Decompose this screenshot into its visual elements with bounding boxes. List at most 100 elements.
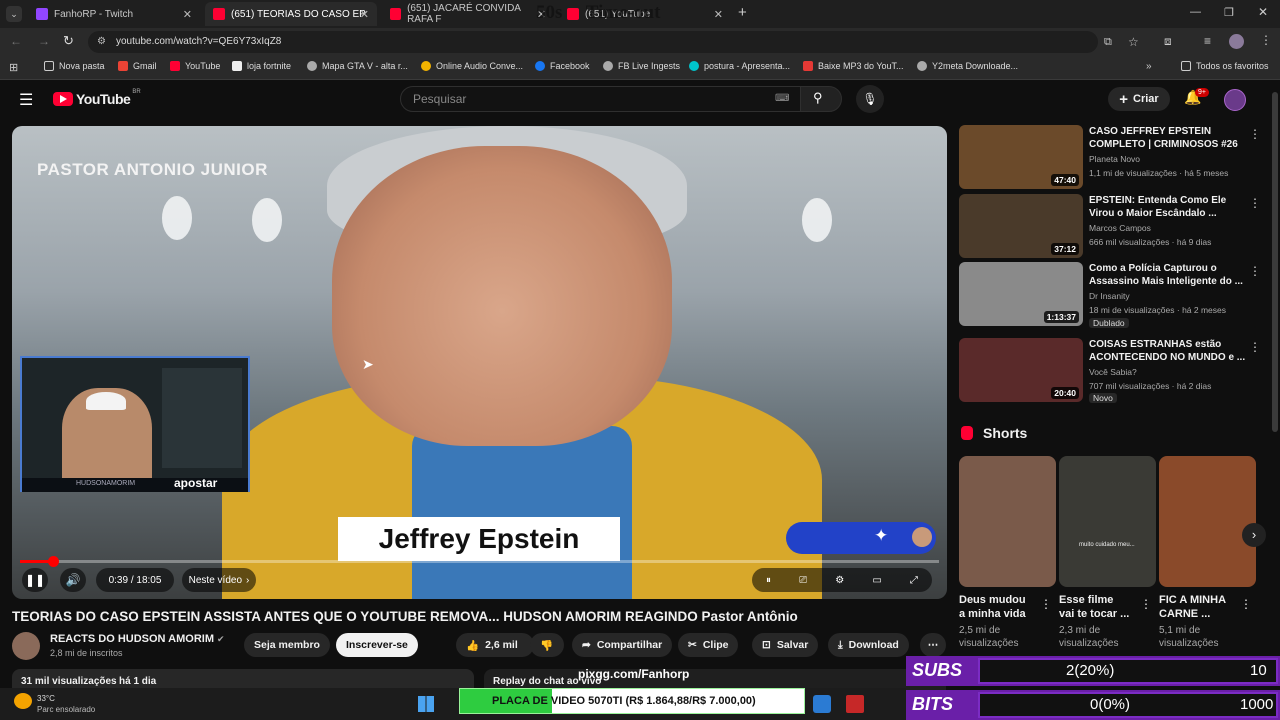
more-vert-icon[interactable]: ⋮ [1140,597,1152,611]
short-thumbnail[interactable]: muito cuidado meu... [1059,456,1156,587]
app-icon[interactable] [846,695,864,713]
hamburger-icon[interactable]: ☰ [19,90,33,110]
theater-icon[interactable]: ▭ [872,575,881,586]
short-title[interactable]: Deus mudou a minha vida [959,593,1026,621]
rec-channel[interactable]: Dr Insanity [1089,291,1130,301]
rec-title[interactable]: EPSTEIN: Entenda Como Ele Virou o Maior … [1089,194,1249,220]
more-vert-icon[interactable]: ⋮ [1249,340,1261,354]
rec-thumbnail[interactable]: 47:40 [959,125,1083,189]
clip-button[interactable]: ✂ Clipe [678,633,739,657]
bookmark[interactable]: Online Audio Conve... [421,61,523,71]
create-button[interactable]: + Criar [1108,87,1170,111]
more-vert-icon[interactable]: ⋮ [1249,127,1261,141]
bookmark[interactable]: Facebook [535,61,590,71]
bookmark[interactable]: loja fortnite [232,61,291,71]
rec-item[interactable]: 37:12 EPSTEIN: Entenda Como Ele Virou o … [959,194,1269,258]
account-avatar[interactable] [1224,89,1246,111]
short-thumbnail[interactable] [959,456,1056,587]
youtube-logo[interactable]: YouTube BR [53,89,141,107]
progress-bar[interactable] [20,556,939,567]
mic-button[interactable]: 🎙 [856,85,884,113]
rec-item[interactable]: 47:40 CASO JEFFREY EPSTEIN COMPLETO | CR… [959,125,1269,189]
install-icon[interactable]: ⧉ [1104,31,1112,53]
rec-thumbnail[interactable]: 20:40 [959,338,1083,402]
forward-button[interactable]: → [38,34,50,48]
menu-icon[interactable]: ⋮ [1260,33,1272,47]
keyboard-icon[interactable]: ⌨ [775,87,789,111]
more-bookmarks-icon[interactable]: » [1146,61,1152,72]
site-info-icon[interactable]: ⚙ [97,31,106,53]
close-icon[interactable]: ✕ [714,8,723,21]
autoplay-toggle-icon[interactable]: ⏸ [766,575,771,586]
bookmark[interactable]: FB Live Ingests [603,61,680,71]
tab-search-button[interactable]: ⌄ [6,6,22,22]
windows-start-icon[interactable] [418,696,434,712]
search-input[interactable]: Pesquisar ⌨ [400,86,804,112]
bookmark[interactable]: postura - Apresenta... [689,61,790,71]
rec-channel[interactable]: Você Sabia? [1089,367,1137,377]
more-vert-icon[interactable]: ⋮ [1249,264,1261,278]
rec-channel[interactable]: Planeta Novo [1089,154,1140,164]
close-icon[interactable]: ✕ [360,8,369,21]
close-icon[interactable]: ✕ [183,8,192,21]
pause-button[interactable]: ❚❚ [22,568,48,592]
bookmark[interactable]: Nova pasta [44,61,105,71]
save-button[interactable]: ⊡ Salvar [752,633,819,657]
short-title[interactable]: Esse filme vai te tocar ... [1059,593,1129,621]
search-button[interactable]: ⚲ [800,86,842,112]
rec-item[interactable]: 1:13:37 Como a Polícia Capturou o Assass… [959,262,1269,328]
tab-epstein[interactable]: (651) TEORIAS DO CASO EP ✕ [205,2,377,26]
rec-title[interactable]: COISAS ESTRANHAS estão ACONTECENDO NO MU… [1089,338,1249,364]
extensions-icon[interactable]: ⧈ [1164,34,1172,49]
join-button[interactable]: Seja membro [244,633,330,657]
bookmark[interactable]: Gmail [118,61,157,71]
shorts-next-button[interactable]: › [1242,523,1266,547]
more-vert-icon[interactable]: ⋮ [1249,196,1261,210]
rec-title[interactable]: Como a Polícia Capturou o Assassino Mais… [1089,262,1249,288]
more-vert-icon[interactable]: ⋮ [1040,597,1052,611]
bookmark[interactable]: Mapa GTA V - alta r... [307,61,408,71]
short-title[interactable]: FIC A MINHA CARNE ... [1159,593,1226,621]
rec-thumbnail[interactable]: 37:12 [959,194,1083,258]
settings-gear-icon[interactable]: ⚙ [835,575,844,586]
new-tab-button[interactable]: + [738,4,747,21]
bookmark[interactable]: Y2meta Downloade... [917,61,1018,71]
star-icon[interactable]: ☆ [1128,31,1139,53]
channel-avatar[interactable] [12,632,40,660]
volume-button[interactable]: 🔊 [60,568,86,592]
close-window-button[interactable]: ✕ [1258,5,1268,19]
media-icon[interactable]: ≡ [1204,34,1211,48]
channel-name[interactable]: REACTS DO HUDSON AMORIM [50,633,214,645]
progress-knob[interactable] [48,556,60,567]
download-button[interactable]: ⤓ Download [828,633,909,657]
maximize-button[interactable]: ❐ [1224,6,1234,19]
more-actions-button[interactable]: ⋯ [920,633,946,657]
subscribe-button[interactable]: Inscrever-se [336,633,418,657]
captions-icon[interactable]: ⎚ [799,575,807,586]
bookmark[interactable]: YouTube [170,61,220,71]
chapters-button[interactable]: Neste vídeo › [182,568,256,592]
minimize-button[interactable]: — [1190,6,1201,18]
rec-title[interactable]: CASO JEFFREY EPSTEIN COMPLETO | CRIMINOS… [1089,125,1249,151]
all-bookmarks[interactable]: Todos os favoritos [1181,61,1269,71]
reload-button[interactable]: ↻ [63,33,74,49]
rec-thumbnail[interactable]: 1:13:37 [959,262,1083,326]
rec-item[interactable]: 20:40 COISAS ESTRANHAS estão ACONTECENDO… [959,338,1269,403]
tab-jacare[interactable]: (651) JACARÉ CONVIDA RAFA F ✕ [382,2,554,26]
profile-avatar[interactable] [1229,34,1244,49]
bookmark[interactable]: Baixe MP3 do YouT... [803,61,904,71]
share-button[interactable]: ➦ Compartilhar [572,633,673,657]
like-button[interactable]: 👍 2,6 mil [456,633,534,657]
back-button[interactable]: ← [10,34,22,48]
fullscreen-icon[interactable]: ⤢ [910,575,918,586]
url-field[interactable]: ⚙ youtube.com/watch?v=QE6Y73xIqZ8 ⧉ ☆ [88,31,1139,53]
more-vert-icon[interactable]: ⋮ [1240,597,1252,611]
rec-channel[interactable]: Marcos Campos [1089,223,1151,233]
video-player[interactable]: PASTOR ANTONIO JUNIOR Jeffrey Epstein ✦ … [12,126,947,599]
scrollbar[interactable] [1272,92,1278,432]
vscode-icon[interactable] [813,695,831,713]
apps-icon[interactable]: ⊞ [9,61,18,74]
dislike-button[interactable]: 👎 [530,633,564,657]
tab-twitch[interactable]: FanhoRP - Twitch ✕ [28,2,200,26]
short-thumbnail[interactable] [1159,456,1256,587]
